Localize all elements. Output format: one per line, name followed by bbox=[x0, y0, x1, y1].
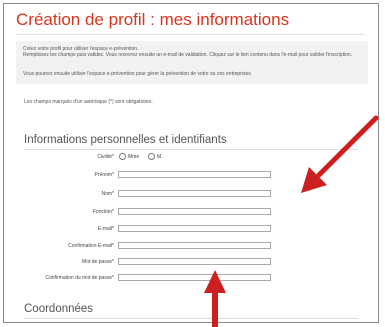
nom-input[interactable] bbox=[118, 190, 271, 197]
fonction-input[interactable] bbox=[118, 208, 271, 215]
email-input[interactable] bbox=[118, 225, 271, 232]
email-confirm-input[interactable] bbox=[118, 242, 271, 249]
radio-m-label: M. bbox=[157, 154, 163, 160]
prenom-input[interactable] bbox=[118, 171, 271, 178]
email-confirm-label: Confirmation E-mail* bbox=[68, 243, 114, 249]
email-label: E-mail* bbox=[97, 226, 114, 232]
radio-m[interactable] bbox=[148, 153, 155, 160]
section-divider-personal bbox=[24, 149, 358, 150]
intro-line-3: Vous pourrez ensuite utiliser l'espace e… bbox=[23, 71, 253, 77]
nom-label: Nom* bbox=[101, 191, 114, 197]
civilite-label: Civilité* bbox=[97, 154, 114, 160]
radio-mme[interactable] bbox=[119, 153, 126, 160]
radio-mme-label: Mme bbox=[128, 154, 140, 160]
prenom-label: Prénom* bbox=[94, 172, 114, 178]
title-divider bbox=[16, 34, 365, 35]
intro-line-2: Remplissez les champs puis validez. Vous… bbox=[23, 52, 353, 58]
section-title-contact: Coordonnées bbox=[24, 303, 94, 315]
required-note: Les champs marqués d'un astérisque (*) s… bbox=[24, 99, 153, 105]
section-title-personal: Informations personnelles et identifiant… bbox=[24, 134, 227, 146]
intro-box: Créez votre profil pour utiliser l'espac… bbox=[16, 41, 368, 84]
password-label: Mot de passe* bbox=[82, 259, 114, 265]
fonction-label: Fonction* bbox=[92, 209, 114, 215]
section-divider-contact bbox=[24, 318, 358, 319]
password-confirm-input[interactable] bbox=[118, 274, 271, 281]
page-title: Création de profil : mes informations bbox=[16, 10, 290, 29]
password-confirm-label: Confirmation du mot de passe* bbox=[45, 275, 114, 281]
password-input[interactable] bbox=[118, 258, 271, 265]
